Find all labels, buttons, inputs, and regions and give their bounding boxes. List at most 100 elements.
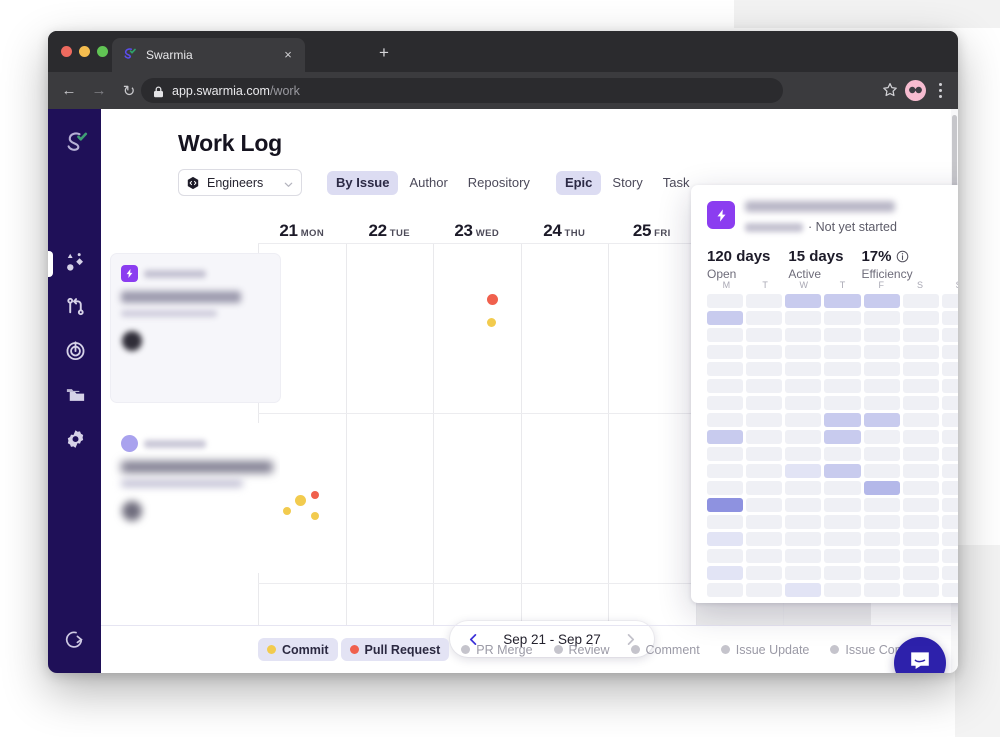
heatmap-cell[interactable]: [707, 311, 743, 325]
heatmap-cell[interactable]: [707, 549, 743, 563]
heatmap-cell[interactable]: [746, 413, 782, 427]
heatmap-cell[interactable]: [785, 498, 821, 512]
heatmap-cell[interactable]: [942, 498, 958, 512]
heatmap-cell[interactable]: [824, 413, 860, 427]
address-bar[interactable]: app.swarmia.com/work: [141, 78, 783, 103]
heatmap-cell[interactable]: [942, 532, 958, 546]
heatmap-cell[interactable]: [903, 532, 939, 546]
heatmap-cell[interactable]: [942, 583, 958, 597]
heatmap-cell[interactable]: [746, 481, 782, 495]
heatmap-cell[interactable]: [864, 311, 900, 325]
heatmap-cell[interactable]: [824, 328, 860, 342]
heatmap-cell[interactable]: [942, 396, 958, 410]
heatmap-cell[interactable]: [746, 396, 782, 410]
heatmap-cell[interactable]: [746, 447, 782, 461]
heatmap-cell[interactable]: [746, 532, 782, 546]
bookmark-star-icon[interactable]: [882, 82, 898, 98]
heatmap-cell[interactable]: [864, 515, 900, 529]
heatmap-cell[interactable]: [942, 311, 958, 325]
heatmap-cell[interactable]: [746, 566, 782, 580]
heatmap-cell[interactable]: [824, 362, 860, 376]
heatmap-cell[interactable]: [785, 566, 821, 580]
heatmap-cell[interactable]: [903, 311, 939, 325]
close-window-button[interactable]: [61, 46, 72, 57]
browser-profile-avatar[interactable]: [905, 80, 926, 101]
heatmap-cell[interactable]: [903, 549, 939, 563]
heatmap-cell[interactable]: [707, 532, 743, 546]
activity-dot[interactable]: [311, 491, 319, 499]
heatmap-cell[interactable]: [824, 430, 860, 444]
heatmap-cell[interactable]: [785, 464, 821, 478]
heatmap-cell[interactable]: [707, 430, 743, 444]
heatmap-cell[interactable]: [746, 549, 782, 563]
heatmap-cell[interactable]: [903, 515, 939, 529]
heatmap-cell[interactable]: [824, 396, 860, 410]
heatmap-cell[interactable]: [746, 328, 782, 342]
heatmap-cell[interactable]: [903, 396, 939, 410]
heatmap-cell[interactable]: [824, 532, 860, 546]
legend-item[interactable]: Pull Request: [341, 638, 450, 661]
activity-dot[interactable]: [283, 507, 291, 515]
issue-card[interactable]: [110, 253, 281, 403]
heatmap-cell[interactable]: [824, 498, 860, 512]
activity-dot[interactable]: [487, 294, 498, 305]
close-tab-button[interactable]: ×: [281, 48, 295, 62]
heatmap-cell[interactable]: [942, 294, 958, 308]
heatmap-cell[interactable]: [707, 515, 743, 529]
heatmap-cell[interactable]: [746, 345, 782, 359]
heatmap-cell[interactable]: [864, 430, 900, 444]
legend-item[interactable]: PR Merge: [452, 638, 541, 661]
legend-item[interactable]: Review: [545, 638, 619, 661]
heatmap-cell[interactable]: [785, 532, 821, 546]
heatmap-cell[interactable]: [903, 481, 939, 495]
heatmap-cell[interactable]: [864, 362, 900, 376]
heatmap-cell[interactable]: [903, 362, 939, 376]
heatmap-cell[interactable]: [707, 362, 743, 376]
legend-item[interactable]: Commit: [258, 638, 338, 661]
heatmap-cell[interactable]: [707, 396, 743, 410]
heatmap-cell[interactable]: [707, 481, 743, 495]
issue-card[interactable]: [110, 423, 281, 573]
window-traffic-lights[interactable]: [61, 46, 108, 57]
heatmap-cell[interactable]: [942, 413, 958, 427]
heatmap-cell[interactable]: [903, 464, 939, 478]
reload-icon[interactable]: ↻: [120, 82, 138, 100]
heatmap-cell[interactable]: [864, 549, 900, 563]
heatmap-cell[interactable]: [707, 328, 743, 342]
heatmap-cell[interactable]: [864, 583, 900, 597]
heatmap-cell[interactable]: [903, 345, 939, 359]
heatmap-cell[interactable]: [824, 447, 860, 461]
heatmap-cell[interactable]: [903, 566, 939, 580]
browser-tab[interactable]: Swarmia ×: [112, 38, 305, 72]
heatmap-cell[interactable]: [903, 294, 939, 308]
heatmap-cell[interactable]: [707, 447, 743, 461]
heatmap-cell[interactable]: [824, 481, 860, 495]
heatmap-cell[interactable]: [903, 430, 939, 444]
tab-epic[interactable]: Epic: [556, 171, 601, 195]
activity-dot[interactable]: [295, 495, 306, 506]
heatmap-cell[interactable]: [785, 481, 821, 495]
heatmap-cell[interactable]: [864, 532, 900, 546]
heatmap-cell[interactable]: [864, 328, 900, 342]
heatmap-cell[interactable]: [785, 345, 821, 359]
heatmap-cell[interactable]: [864, 464, 900, 478]
heatmap-cell[interactable]: [824, 379, 860, 393]
heatmap-cell[interactable]: [864, 379, 900, 393]
heatmap-cell[interactable]: [746, 430, 782, 444]
heatmap-cell[interactable]: [707, 379, 743, 393]
info-icon[interactable]: [896, 250, 909, 263]
heatmap-cell[interactable]: [942, 566, 958, 580]
heatmap-cell[interactable]: [746, 498, 782, 512]
heatmap-cell[interactable]: [746, 311, 782, 325]
heatmap-cell[interactable]: [707, 583, 743, 597]
heatmap-cell[interactable]: [864, 481, 900, 495]
tab-by-issue[interactable]: By Issue: [327, 171, 398, 195]
heatmap-cell[interactable]: [707, 345, 743, 359]
legend-item[interactable]: Comment: [622, 638, 709, 661]
heatmap-cell[interactable]: [785, 362, 821, 376]
sidebar-item-insights[interactable]: [61, 339, 89, 367]
heatmap-cell[interactable]: [707, 566, 743, 580]
logout-icon[interactable]: [62, 627, 86, 651]
sidebar-item-projects[interactable]: [61, 383, 89, 411]
tab-author[interactable]: Author: [400, 171, 456, 195]
